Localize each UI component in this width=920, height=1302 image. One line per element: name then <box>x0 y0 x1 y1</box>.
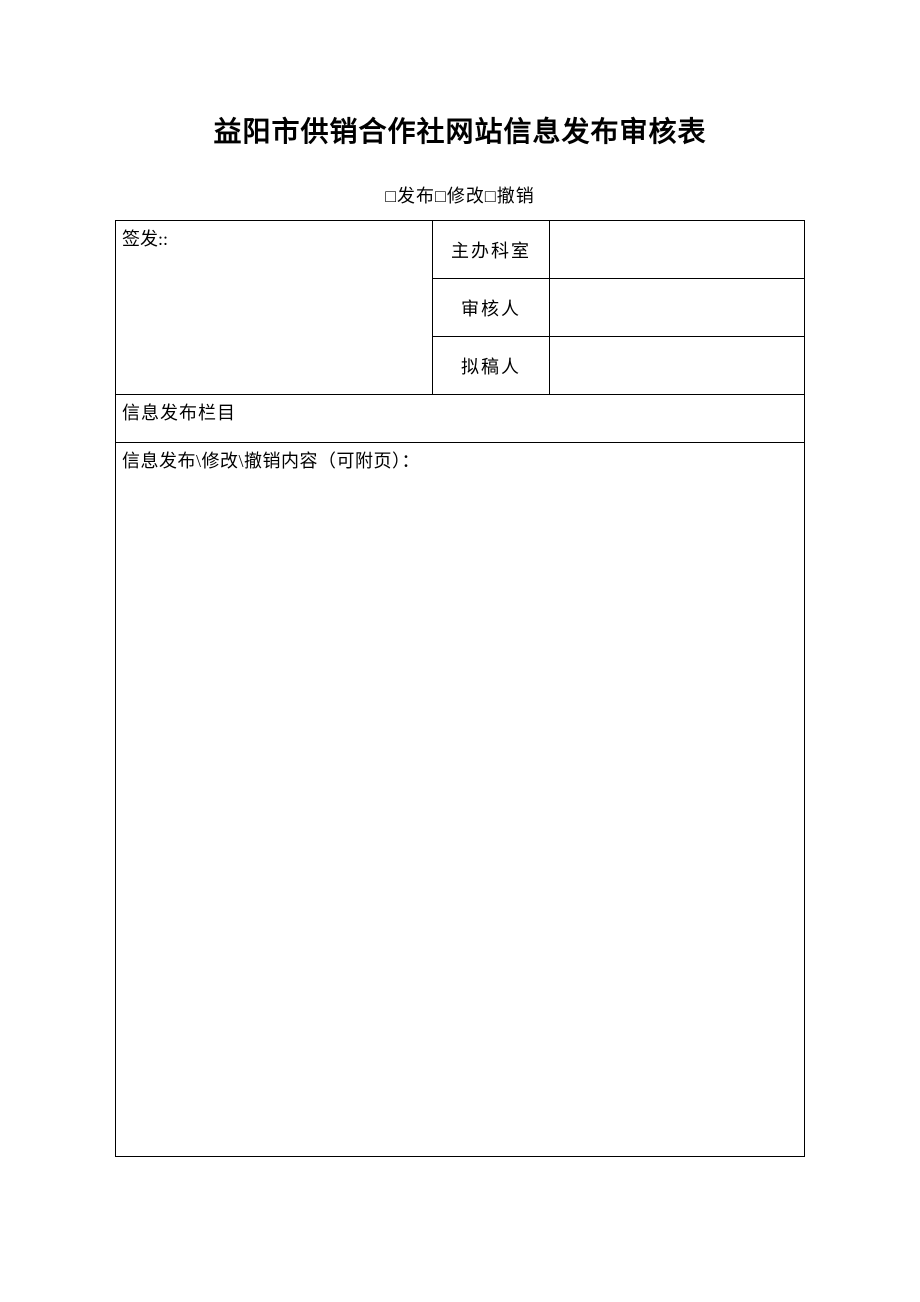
action-checkboxes: □发布□修改□撤销 <box>115 182 805 208</box>
content-cell[interactable]: 信息发布\修改\撤销内容（可附页）： <box>116 443 805 1157</box>
issuer-label: 签发:: <box>122 229 168 249</box>
drafter-label: 拟稿人 <box>432 337 549 395</box>
publish-column-label: 信息发布栏目 <box>122 403 236 423</box>
department-label: 主办科室 <box>432 221 549 279</box>
drafter-value[interactable] <box>550 337 805 395</box>
reviewer-value[interactable] <box>550 279 805 337</box>
page-title: 益阳市供销合作社网站信息发布审核表 <box>115 110 805 150</box>
content-label: 信息发布\修改\撤销内容（可附页）： <box>122 451 420 471</box>
department-value[interactable] <box>550 221 805 279</box>
issuer-cell[interactable]: 签发:: <box>116 221 433 395</box>
reviewer-label: 审核人 <box>432 279 549 337</box>
publish-column-cell[interactable]: 信息发布栏目 <box>116 395 805 443</box>
approval-form-table: 签发:: 主办科室 审核人 拟稿人 信息发布栏目 信息发布\修改\撤销内容（可附… <box>115 220 805 1157</box>
